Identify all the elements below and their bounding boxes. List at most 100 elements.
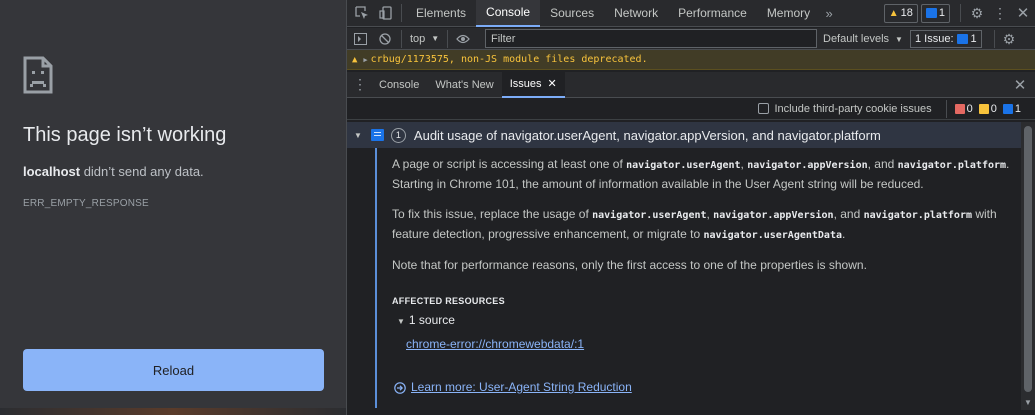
divider xyxy=(945,99,947,118)
divider xyxy=(994,30,995,48)
drawer-tab-whats-new[interactable]: What's New xyxy=(427,72,501,98)
issue-description: A page or script is accessing at least o… xyxy=(392,155,1017,194)
code-user-agent-data: navigator.userAgentData xyxy=(703,230,842,241)
issue-note: Note that for performance reasons, only … xyxy=(392,258,867,272)
log-levels-dropdown[interactable]: Default levels ▼ xyxy=(823,28,903,50)
warning-square-icon xyxy=(978,103,989,114)
code-user-agent: navigator.userAgent xyxy=(626,160,741,171)
context-label: top xyxy=(410,32,426,45)
info-icon xyxy=(1002,103,1013,114)
device-toolbar-icon[interactable] xyxy=(375,0,397,27)
drawer-tab-bar: ⋮ Console What's New Issues ✕ ✕ xyxy=(347,71,1035,98)
console-settings-gear-icon[interactable]: ⚙ xyxy=(999,28,1019,50)
taskbar-strip xyxy=(0,408,346,415)
tab-console[interactable]: Console xyxy=(476,0,541,27)
code-platform: navigator.platform xyxy=(897,160,1007,171)
reload-button[interactable]: Reload xyxy=(23,349,324,391)
code-app-version: navigator.appVersion xyxy=(713,210,834,221)
close-drawer-icon[interactable]: ✕ xyxy=(1005,72,1035,98)
tab-sources[interactable]: Sources xyxy=(540,0,604,27)
sidebar-toggle-icon[interactable] xyxy=(347,28,373,50)
warnings-badge[interactable]: ▲ 18 xyxy=(883,3,918,23)
warnings-count: 18 xyxy=(900,7,913,19)
sources-toggle-label: 1 source xyxy=(408,313,455,327)
divider xyxy=(960,4,961,22)
tab-network[interactable]: Network xyxy=(604,0,668,27)
error-page: This page isn’t working localhost didn’t… xyxy=(0,0,346,415)
sources-toggle[interactable]: ▼ 1 source xyxy=(397,311,455,331)
tab-memory[interactable]: Memory xyxy=(757,0,820,27)
error-count: 0 xyxy=(954,102,973,115)
clear-console-icon[interactable] xyxy=(373,28,397,50)
warning-count: 0 xyxy=(978,102,997,115)
code-app-version: navigator.appVersion xyxy=(747,160,868,171)
inspect-element-icon[interactable] xyxy=(349,0,375,27)
issue-fix-instructions: To fix this issue, replace the usage of … xyxy=(392,205,1017,245)
error-title: This page isn’t working xyxy=(23,124,227,146)
code-platform: navigator.platform xyxy=(863,210,972,221)
dropdown-arrow-icon: ▼ xyxy=(431,34,440,43)
error-host: localhost xyxy=(23,164,81,179)
sad-page-icon xyxy=(23,56,53,94)
drawer-menu-icon[interactable]: ⋮ xyxy=(349,72,371,98)
issue-text: . xyxy=(842,227,846,241)
divider xyxy=(401,4,402,22)
issues-scrollbar[interactable]: ▼ xyxy=(1021,122,1035,410)
context-selector[interactable]: top ▼ xyxy=(406,33,443,45)
warning-text: crbug/1173575, non-JS module files depre… xyxy=(370,54,648,65)
issue-text: , and xyxy=(867,157,898,171)
affected-resources-label: AFFECTED RESOURCES xyxy=(392,296,505,306)
third-party-label: Include third-party cookie issues xyxy=(774,102,932,115)
kebab-menu-icon[interactable]: ⋮ xyxy=(989,0,1011,27)
issue-category-icon xyxy=(370,129,384,141)
error-code: ERR_EMPTY_RESPONSE xyxy=(23,198,149,209)
issues-counter-button[interactable]: 1 Issue: 1 xyxy=(910,30,982,48)
code-user-agent: navigator.userAgent xyxy=(592,210,707,221)
dropdown-arrow-icon: ▼ xyxy=(895,34,903,44)
close-tab-icon[interactable]: ✕ xyxy=(548,77,557,90)
gear-icon[interactable]: ⚙ xyxy=(965,0,989,27)
error-message: localhost didn’t send any data. xyxy=(23,164,204,179)
learn-more-label: Learn more: User-Agent String Reduction xyxy=(411,380,632,394)
issue-header[interactable]: ▼ 1 Audit usage of navigator.userAgent, … xyxy=(347,122,1035,148)
issues-counter-count: 1 xyxy=(970,33,977,45)
learn-more-link[interactable]: Learn more: User-Agent String Reduction xyxy=(394,378,632,397)
info-count: 1 xyxy=(1002,102,1021,115)
issue-details: A page or script is accessing at least o… xyxy=(375,148,1020,408)
console-filter-bar: top ▼ Default levels ▼ 1 Issue: 1 ⚙ xyxy=(347,28,1035,50)
third-party-checkbox[interactable] xyxy=(758,103,770,114)
drawer-tab-issues-label: Issues xyxy=(509,77,542,90)
drawer-tab-issues[interactable]: Issues ✕ xyxy=(501,71,565,98)
scroll-down-arrow-icon[interactable]: ▼ xyxy=(1022,398,1034,410)
devtools-tab-bar: Elements Console Sources Network Perform… xyxy=(347,0,1035,27)
issues-counter-label: 1 Issue: xyxy=(915,33,954,45)
filter-input[interactable] xyxy=(485,29,817,48)
issues-toolbar: Include third-party cookie issues 0 0 1 xyxy=(347,98,1035,120)
issue-icon xyxy=(956,34,968,44)
source-link[interactable]: chrome-error://chromewebdata/:1 xyxy=(406,335,584,354)
warning-count-value: 0 xyxy=(990,102,997,115)
arrow-right-circle-icon xyxy=(394,381,406,394)
issue-text: A page or script is accessing at least o… xyxy=(392,157,627,171)
error-message-text: didn’t send any data. xyxy=(80,164,204,179)
collapse-arrow-icon[interactable]: ▼ xyxy=(354,131,362,140)
drawer-tab-console[interactable]: Console xyxy=(371,72,427,98)
expand-arrow-icon: ▼ xyxy=(397,317,405,326)
issue-count-badge: 1 xyxy=(390,127,406,143)
divider xyxy=(401,29,402,48)
issues-badge[interactable]: 1 xyxy=(920,3,950,23)
console-warning-message: ▲ ▶ crbug/1173575, non-JS module files d… xyxy=(347,50,1035,70)
close-devtools-icon[interactable]: ✕ xyxy=(1011,0,1035,27)
warning-icon: ▲ xyxy=(888,7,899,19)
tab-performance[interactable]: Performance xyxy=(668,0,757,27)
eye-icon[interactable] xyxy=(452,28,474,50)
expand-arrow-icon[interactable]: ▶ xyxy=(363,56,367,64)
error-count-value: 0 xyxy=(966,102,973,115)
more-tabs-icon[interactable]: » xyxy=(820,0,838,27)
issue-title: Audit usage of navigator.userAgent, navi… xyxy=(413,127,881,143)
scrollbar-thumb[interactable] xyxy=(1024,126,1032,392)
issue-text: To fix this issue, replace the usage of xyxy=(392,207,593,221)
issues-count: 1 xyxy=(938,7,945,19)
info-count-value: 1 xyxy=(1014,102,1021,115)
tab-elements[interactable]: Elements xyxy=(406,0,476,27)
